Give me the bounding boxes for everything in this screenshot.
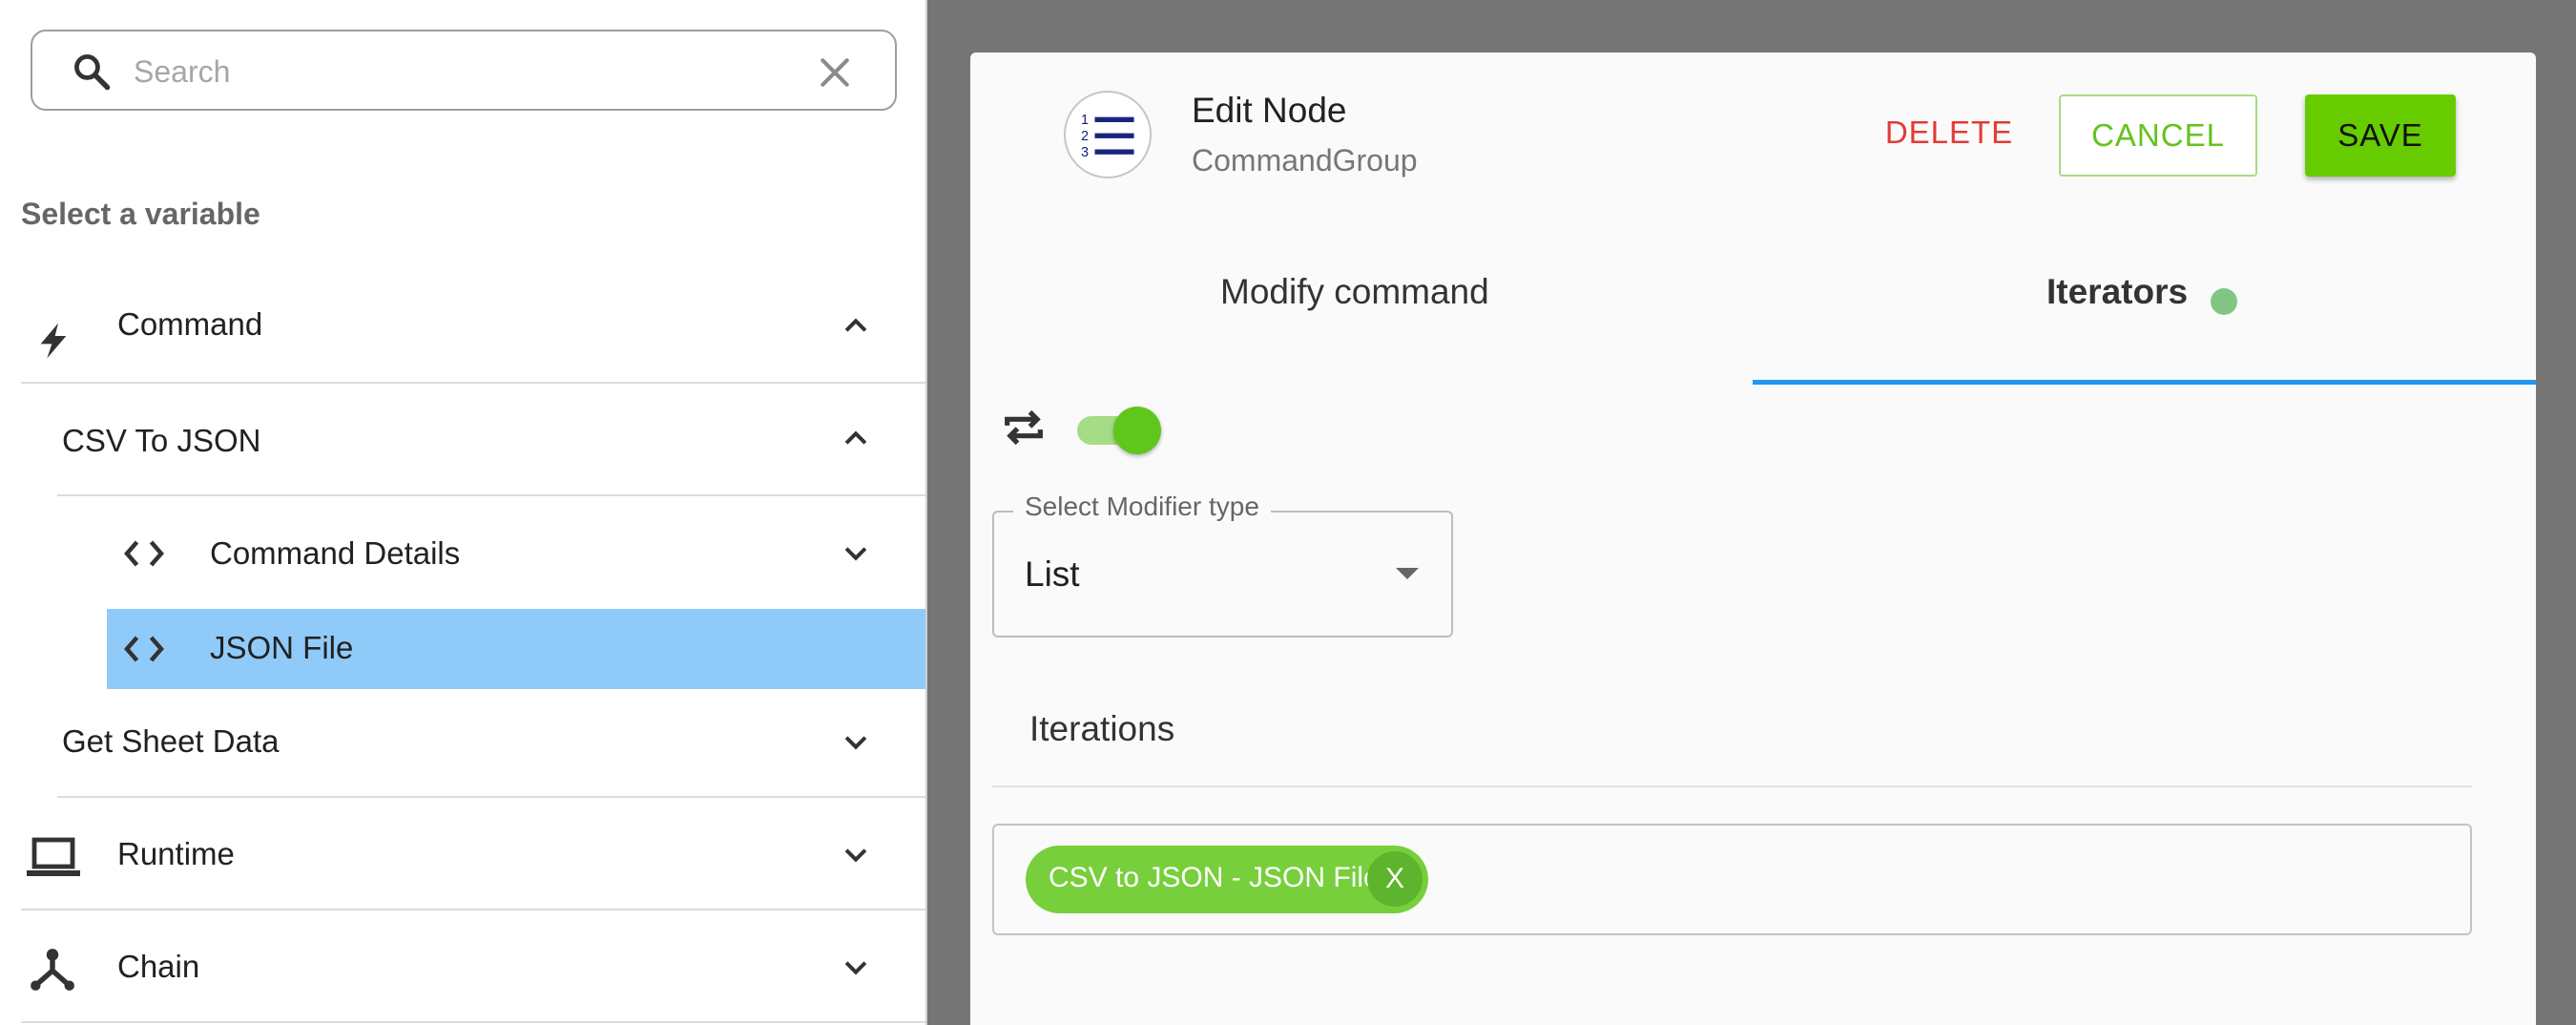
chip-remove-button[interactable]: X [1367, 851, 1423, 907]
status-dot [2211, 288, 2237, 315]
svg-text:1: 1 [1081, 113, 1089, 128]
lightning-icon [40, 323, 67, 359]
iterations-heading: Iterations [1029, 709, 1175, 748]
tab-modify-command[interactable]: Modify command [1220, 272, 1489, 312]
tab-iterators[interactable]: Iterators [2046, 272, 2188, 312]
tree-item-csv-to-json[interactable]: CSV To JSON [0, 384, 925, 494]
cancel-button[interactable]: CANCEL [2059, 94, 2257, 177]
chevron-down-icon[interactable] [840, 951, 872, 983]
tree-item-label: Runtime [117, 836, 235, 871]
tree-item-label: Command [117, 306, 263, 342]
chevron-up-icon[interactable] [840, 423, 872, 455]
chip-label: CSV to JSON - JSON File [1049, 862, 1380, 893]
code-icon [124, 636, 164, 662]
tree-item-command[interactable]: Command [0, 286, 925, 382]
chevron-down-icon[interactable] [840, 725, 872, 758]
clear-search-icon[interactable] [817, 54, 853, 91]
search-input[interactable] [132, 45, 822, 98]
search-box [31, 30, 897, 111]
chevron-up-icon[interactable] [840, 310, 872, 343]
save-button[interactable]: SAVE [2305, 94, 2456, 177]
tree-item-label: JSON File [210, 630, 354, 665]
tree-item-command-details[interactable]: Command Details [0, 496, 925, 607]
numbered-list-icon: 1 2 3 [1081, 113, 1134, 160]
dialog-title: Edit Node [1192, 91, 1347, 130]
search-icon [74, 54, 111, 91]
dropdown-arrow-icon [1396, 568, 1419, 579]
toggle-thumb [1113, 407, 1161, 454]
tree-item-label: Chain [117, 949, 200, 984]
tree-item-json-file[interactable]: JSON File [107, 609, 925, 689]
iterations-input[interactable]: CSV to JSON - JSON File X [992, 824, 2472, 935]
chevron-down-icon[interactable] [840, 838, 872, 870]
repeat-icon [1005, 409, 1043, 446]
svg-text:3: 3 [1081, 145, 1089, 160]
chain-icon [31, 949, 74, 991]
node-avatar: 1 2 3 [1064, 91, 1152, 178]
tree-item-label: CSV To JSON [62, 423, 261, 458]
select-variable-heading: Select a variable [21, 197, 260, 231]
svg-text:2: 2 [1081, 129, 1089, 144]
tree-item-label: Command Details [210, 535, 461, 571]
tree-item-label: Get Sheet Data [62, 723, 280, 759]
dialog-subtitle: CommandGroup [1192, 143, 1418, 178]
laptop-icon [27, 837, 80, 876]
iterator-toggle[interactable] [1075, 405, 1163, 454]
tree-item-get-sheet-data[interactable]: Get Sheet Data [0, 689, 925, 796]
tree-item-runtime[interactable]: Runtime [0, 798, 925, 909]
iteration-chip[interactable]: CSV to JSON - JSON File X [1026, 846, 1428, 913]
tree-item-chain[interactable]: Chain [0, 910, 925, 1021]
chevron-down-icon[interactable] [840, 536, 872, 569]
delete-button[interactable]: DELETE [1859, 91, 2040, 175]
edit-node-dialog: 1 2 3 Edit Node CommandGroup DELETE CANC… [970, 52, 2536, 1025]
code-icon [124, 540, 164, 567]
divider [992, 785, 2472, 787]
variable-panel: Select a variable Command CSV To JSON Co… [0, 0, 927, 1025]
modifier-type-select[interactable]: Select Modifier type List [992, 492, 1453, 638]
select-label: Select Modifier type [1013, 492, 1271, 522]
divider [21, 1021, 925, 1023]
active-tab-indicator [1753, 380, 2536, 385]
select-value: List [1025, 554, 1080, 594]
